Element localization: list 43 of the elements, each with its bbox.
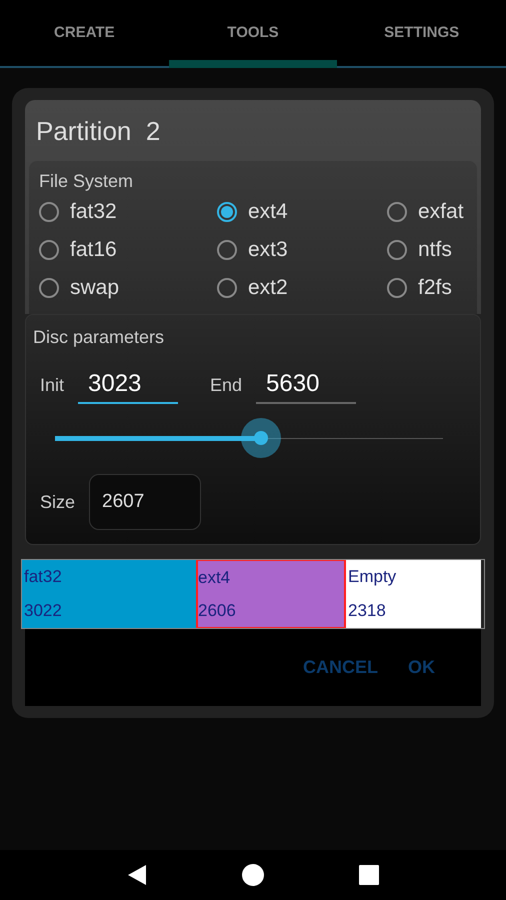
partition-segment[interactable]: Empty 2318: [346, 560, 481, 628]
radio-button[interactable]: [387, 202, 407, 222]
radio-button[interactable]: [217, 278, 237, 298]
radio-label[interactable]: ext2: [248, 276, 288, 300]
tab[interactable]: TOOLS: [168, 0, 338, 68]
radio-button[interactable]: [387, 278, 407, 298]
field-label: End: [210, 374, 242, 396]
partition-name: ext4: [198, 568, 232, 588]
radio-label[interactable]: ntfs: [418, 238, 452, 262]
input-field[interactable]: 3023: [78, 366, 178, 404]
radio-label[interactable]: f2fs: [418, 276, 452, 300]
radio-label[interactable]: exfat: [418, 200, 464, 224]
radio-button[interactable]: [39, 278, 59, 298]
partition-size: 2318: [348, 601, 387, 621]
partition-name: Empty: [348, 567, 398, 587]
partition-name: fat32: [24, 567, 63, 587]
radio-label[interactable]: fat16: [70, 238, 117, 262]
partition-segment[interactable]: fat32 3022: [22, 560, 196, 628]
partition-size: 2606: [198, 600, 237, 620]
radio-label[interactable]: swap: [70, 276, 120, 300]
home-icon[interactable]: [240, 863, 265, 887]
radio-label[interactable]: ext4: [248, 200, 288, 224]
input-field[interactable]: 5630: [256, 366, 356, 404]
radio-button[interactable]: [39, 202, 59, 222]
partition-size: 3022: [24, 601, 63, 621]
tab[interactable]: CREATE: [0, 0, 169, 68]
dialog-title: Partition 2: [35, 115, 162, 148]
section-label: File System: [39, 171, 134, 191]
tab[interactable]: SETTINGS: [337, 0, 506, 68]
radio-button[interactable]: [39, 240, 59, 260]
radio-label[interactable]: ext3: [248, 238, 288, 262]
radio-button[interactable]: [387, 240, 407, 260]
section-label: Disc parameters: [33, 327, 166, 348]
recents-icon[interactable]: [358, 864, 380, 886]
field-label: Init: [40, 374, 64, 396]
radio-button[interactable]: [217, 240, 237, 260]
slider[interactable]: [55, 418, 443, 458]
slider-thumb[interactable]: [240, 418, 281, 458]
field-label: Size: [40, 492, 76, 512]
radio-button[interactable]: [217, 202, 237, 222]
radio-label[interactable]: fat32: [70, 200, 117, 224]
input-field[interactable]: 2607: [89, 474, 202, 530]
back-icon[interactable]: [126, 863, 148, 887]
